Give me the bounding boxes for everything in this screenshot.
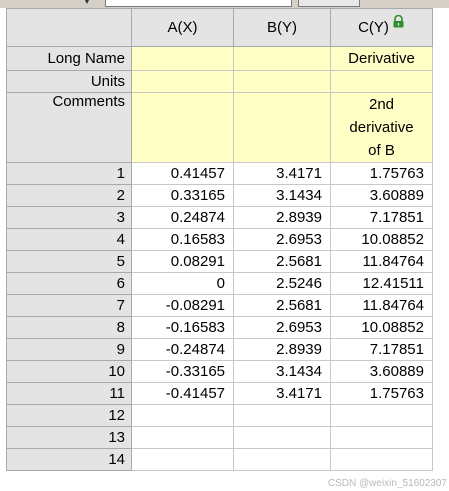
cell-a[interactable]: 0.08291 [131,250,234,273]
cell-a[interactable]: -0.33165 [131,360,234,383]
row-number-header[interactable]: 8 [6,316,132,339]
row-number-header[interactable]: 4 [6,228,132,251]
table-row: 6 0 2.5246 12.41511 [6,272,433,295]
row-number-header[interactable]: 9 [6,338,132,361]
cell-c[interactable]: 12.41511 [330,272,433,295]
row-number-header[interactable]: 6 [6,272,132,295]
comments-cell-b[interactable] [233,92,331,163]
table-row: 13 [6,426,433,449]
cell-c[interactable]: 11.84764 [330,250,433,273]
row-label-units[interactable]: Units [6,70,132,93]
table-row: 14 [6,448,433,471]
long-name-cell-a[interactable] [131,46,234,71]
cell-a[interactable]: 0 [131,272,234,295]
row-number-header[interactable]: 3 [6,206,132,229]
comments-cell-c[interactable]: 2nd derivative of B [330,92,433,163]
table-row: 7 -0.08291 2.5681 11.84764 [6,294,433,317]
cell-c[interactable] [330,404,433,427]
cell-a[interactable]: -0.08291 [131,294,234,317]
toolbar-combo-box[interactable] [105,0,292,7]
cell-b[interactable]: 2.8939 [233,338,331,361]
cell-c[interactable]: 1.75763 [330,382,433,405]
row-number-header[interactable]: 12 [6,404,132,427]
cell-a[interactable]: -0.41457 [131,382,234,405]
table-row: 2 0.33165 3.1434 3.60889 [6,184,433,207]
cell-b[interactable]: 2.6953 [233,228,331,251]
row-label-long-name[interactable]: Long Name [6,46,132,71]
long-name-cell-b[interactable] [233,46,331,71]
units-cell-a[interactable] [131,70,234,93]
long-name-row: Long Name Derivative [6,46,433,71]
table-row: 8 -0.16583 2.6953 10.08852 [6,316,433,339]
column-header-a[interactable]: A(X) [131,8,234,47]
cell-c[interactable]: 7.17851 [330,338,433,361]
cell-b[interactable]: 3.4171 [233,382,331,405]
units-cell-b[interactable] [233,70,331,93]
row-number-header[interactable]: 11 [6,382,132,405]
cell-c[interactable] [330,426,433,449]
table-row: 4 0.16583 2.6953 10.08852 [6,228,433,251]
table-row: 11 -0.41457 3.4171 1.75763 [6,382,433,405]
cell-b[interactable]: 2.8939 [233,206,331,229]
cell-a[interactable]: -0.24874 [131,338,234,361]
comments-row: Comments 2nd derivative of B [6,92,433,163]
column-header-b[interactable]: B(Y) [233,8,331,47]
comments-cell-a[interactable] [131,92,234,163]
cell-a[interactable]: -0.16583 [131,316,234,339]
cell-c[interactable]: 3.60889 [330,360,433,383]
row-number-header[interactable]: 1 [6,162,132,185]
cell-a[interactable] [131,404,234,427]
cell-b[interactable]: 3.4171 [233,162,331,185]
cell-b[interactable]: 3.1434 [233,184,331,207]
row-number-header[interactable]: 7 [6,294,132,317]
cell-a[interactable] [131,448,234,471]
cell-c[interactable]: 1.75763 [330,162,433,185]
cell-b[interactable]: 2.5681 [233,250,331,273]
watermark: CSDN @weixin_51602307 [327,478,447,489]
corner-select-all[interactable] [6,8,132,47]
cell-a[interactable]: 0.16583 [131,228,234,251]
cell-a[interactable]: 0.41457 [131,162,234,185]
toolbar-button[interactable] [298,0,360,7]
column-header-row: A(X) B(Y) C(Y) [6,8,433,47]
lock-icon [392,14,405,32]
column-header-c-label: C(Y) [358,19,389,36]
cell-b[interactable]: 2.5681 [233,294,331,317]
cell-b[interactable]: 2.6953 [233,316,331,339]
table-row: 9 -0.24874 2.8939 7.17851 [6,338,433,361]
worksheet-grid: A(X) B(Y) C(Y) Long Name Derivative Unit… [6,8,433,471]
row-number-header[interactable]: 2 [6,184,132,207]
row-label-comments[interactable]: Comments [6,92,132,163]
chevron-down-icon[interactable]: ▼ [82,0,92,7]
row-number-header[interactable]: 10 [6,360,132,383]
cell-c[interactable]: 10.08852 [330,316,433,339]
cell-b[interactable] [233,448,331,471]
row-number-header[interactable]: 5 [6,250,132,273]
cell-c[interactable]: 3.60889 [330,184,433,207]
cell-a[interactable]: 0.24874 [131,206,234,229]
row-number-header[interactable]: 13 [6,426,132,449]
cell-b[interactable] [233,426,331,449]
units-cell-c[interactable] [330,70,433,93]
cell-a[interactable]: 0.33165 [131,184,234,207]
toolbar-strip: ▼ [0,0,449,8]
table-row: 12 [6,404,433,427]
cell-b[interactable]: 2.5246 [233,272,331,295]
cell-c[interactable]: 7.17851 [330,206,433,229]
table-row: 3 0.24874 2.8939 7.17851 [6,206,433,229]
units-row: Units [6,70,433,93]
cell-b[interactable] [233,404,331,427]
table-row: 1 0.41457 3.4171 1.75763 [6,162,433,185]
cell-c[interactable]: 11.84764 [330,294,433,317]
cell-c[interactable] [330,448,433,471]
row-number-header[interactable]: 14 [6,448,132,471]
column-header-c[interactable]: C(Y) [330,8,433,47]
cell-b[interactable]: 3.1434 [233,360,331,383]
table-row: 5 0.08291 2.5681 11.84764 [6,250,433,273]
long-name-cell-c[interactable]: Derivative [330,46,433,71]
cell-c[interactable]: 10.08852 [330,228,433,251]
cell-a[interactable] [131,426,234,449]
table-row: 10 -0.33165 3.1434 3.60889 [6,360,433,383]
